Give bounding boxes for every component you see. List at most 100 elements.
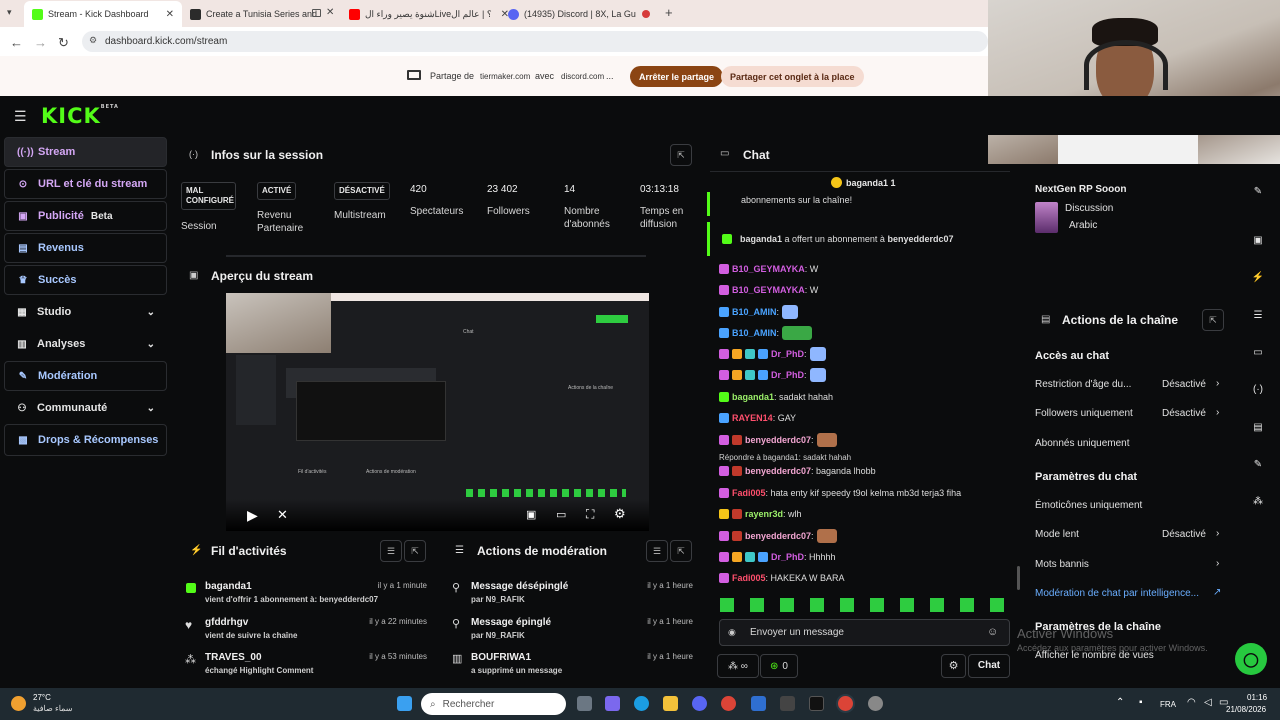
broadcast-icon[interactable]: (·) [1249, 381, 1267, 399]
filter-icon[interactable]: ☰ [646, 540, 668, 562]
scrollbar[interactable] [1017, 566, 1020, 590]
external-link-icon[interactable]: ↗ [1213, 587, 1221, 598]
moderation-icon[interactable]: ▤ [1249, 419, 1267, 437]
chat-message[interactable]: baganda1: sadakt hahah [719, 390, 833, 404]
slow-mode-label[interactable]: Mode lent [1035, 529, 1079, 540]
weather-temp[interactable]: 27°C [33, 693, 51, 702]
wifi-icon[interactable]: ◠ [1187, 697, 1196, 708]
chat-user[interactable]: B10_GEYMAYKA [732, 285, 805, 295]
chat-user[interactable]: baganda1 [732, 392, 774, 402]
popout-icon[interactable]: ⇱ [1202, 309, 1224, 331]
tab-tiermaker[interactable]: Create a Tunisia Series and [190, 4, 320, 24]
mail-icon[interactable] [751, 696, 766, 711]
sidebar-item-community[interactable]: ⚇ Communauté ⌄ [4, 393, 167, 423]
chat-input[interactable]: ◉ Envoyer un message ☺ [719, 619, 1010, 646]
chat-message[interactable]: Dr_PhD: [719, 368, 826, 382]
subscribers-only-label[interactable]: Abonnés uniquement [1035, 438, 1130, 449]
chat-message[interactable]: Dr_PhD: Hhhhh [719, 550, 836, 564]
tab-kick-dashboard[interactable]: Stream - Kick Dashboard ✕ [24, 1, 182, 27]
chat-user[interactable]: Fadi005 [732, 488, 766, 498]
send-chat-button[interactable]: Chat [968, 654, 1010, 678]
sidebar-item-achievements[interactable]: ♛ Succès [4, 265, 167, 295]
sidebar-item-stream[interactable]: ((·)) Stream [4, 137, 167, 167]
sidebar-item-revenue[interactable]: ▤ Revenus [4, 233, 167, 263]
tab-discord[interactable]: (14935) Discord | 8X, La Gu ✕ [508, 4, 656, 24]
sidebar-item-studio[interactable]: ▦ Studio ⌄ [4, 297, 167, 327]
chat-message[interactable]: B10_GEYMAYKA: W [719, 262, 818, 276]
sidebar-item-ads[interactable]: ▣ Publicité Beta [4, 201, 167, 231]
followers-only-label[interactable]: Followers uniquement [1035, 408, 1133, 419]
list-icon[interactable]: ☰ [1249, 307, 1267, 325]
teams-icon[interactable] [605, 696, 620, 711]
chat-message[interactable]: benyedderdc07: [719, 529, 837, 543]
popout-icon[interactable]: ⇱ [404, 540, 426, 562]
language-indicator[interactable]: FRA [1160, 700, 1176, 709]
filter-icon[interactable]: ☰ [380, 540, 402, 562]
popout-icon[interactable]: ⇱ [670, 144, 692, 166]
reload-icon[interactable]: ↻ [58, 35, 69, 51]
chevron-right-icon[interactable]: › [1216, 528, 1219, 539]
chat-message[interactable]: B10_AMIN: [719, 326, 813, 340]
fullscreen-icon[interactable]: ⛶ [586, 507, 594, 522]
chevron-right-icon[interactable]: › [1216, 378, 1219, 389]
tab-list-icon[interactable]: ▾ [7, 7, 12, 18]
age-restriction-label[interactable]: Restriction d'âge du... [1035, 379, 1131, 390]
chat-user[interactable]: Dr_PhD [771, 349, 804, 359]
chat-message[interactable]: Fadi005: HAKEKA W BARA [719, 571, 845, 585]
slow-mode-value[interactable]: Désactivé [1162, 529, 1206, 540]
site-info-icon[interactable]: ⚙ [89, 35, 97, 46]
weather-icon[interactable] [11, 696, 26, 711]
new-tab-icon[interactable]: + [665, 5, 673, 20]
store-icon[interactable] [780, 696, 795, 711]
network-tray-icon[interactable]: ▪ [1139, 697, 1143, 708]
pip-icon[interactable]: ▣ [526, 508, 536, 521]
volume-icon[interactable]: ◁ [1204, 697, 1212, 708]
quick-emote-bar[interactable] [720, 598, 1010, 612]
category-thumbnail[interactable] [1035, 202, 1058, 233]
chat-message[interactable]: benyedderdc07: baganda lhobb [719, 464, 876, 478]
chat-user[interactable]: rayenr3d [745, 509, 783, 519]
task-view-icon[interactable] [577, 696, 592, 711]
video-icon[interactable]: ▣ [1249, 232, 1267, 250]
wrench-icon[interactable]: ✎ [1249, 456, 1267, 474]
tiktok-icon[interactable] [809, 696, 824, 711]
chat-message[interactable]: B10_AMIN: [719, 305, 799, 319]
back-icon[interactable]: ← [10, 35, 23, 50]
chat-user[interactable]: benyedderdc07 [745, 531, 811, 541]
tray-chevron-icon[interactable]: ⌃ [1116, 697, 1124, 708]
chevron-right-icon[interactable]: › [1216, 407, 1219, 418]
discord-icon[interactable] [692, 696, 707, 711]
followers-only-value[interactable]: Désactivé [1162, 408, 1206, 419]
menu-icon[interactable]: ☰ [14, 108, 27, 125]
reply-reference[interactable]: Répondre à baganda1: sadakt hahah [719, 453, 851, 462]
chat-user[interactable]: benyedderdc07 [745, 435, 811, 445]
sidebar-item-drops[interactable]: ▩ Drops & Récompenses [4, 424, 167, 456]
edit-icon[interactable]: ✎ [1249, 183, 1267, 201]
file-explorer-icon[interactable] [663, 696, 678, 711]
edge-icon[interactable] [634, 696, 649, 711]
chrome-active-icon[interactable] [838, 696, 853, 711]
share-this-tab-button[interactable]: Partager cet onglet à la place [721, 66, 864, 87]
chat-user[interactable]: B10_AMIN [732, 307, 777, 317]
close-icon[interactable]: ✕ [158, 9, 174, 20]
chrome-icon[interactable] [721, 696, 736, 711]
chat-user[interactable]: B10_AMIN [732, 328, 777, 338]
apps-icon[interactable]: ⁂ [1249, 493, 1267, 511]
chat-user[interactable]: Dr_PhD [771, 370, 804, 380]
sidebar-item-moderation[interactable]: ✎ Modération [4, 361, 167, 391]
bolt-icon[interactable]: ⚡ [1249, 269, 1267, 287]
close-icon[interactable]: ✕ [650, 9, 656, 20]
ai-moderation-link[interactable]: Modération de chat par intelligence... [1035, 588, 1199, 599]
chat-user[interactable]: Fadi005 [732, 573, 766, 583]
forward-icon[interactable]: → [34, 35, 47, 50]
emoji-icon[interactable]: ☺ [987, 626, 998, 638]
chat-message[interactable]: rayenr3d: wlh [719, 507, 802, 521]
taskbar-search[interactable]: ⌕ Rechercher [421, 693, 566, 715]
app-icon[interactable] [868, 696, 883, 711]
url-field[interactable]: ⚙ dashboard.kick.com/stream [82, 31, 988, 52]
age-restriction-value[interactable]: Désactivé [1162, 379, 1206, 390]
chat-icon[interactable]: ▭ [1249, 344, 1267, 362]
clock-date[interactable]: 21/08/2026 [1226, 705, 1266, 714]
chat-user[interactable]: B10_GEYMAYKA [732, 264, 805, 274]
settings-icon[interactable]: ⚙ [614, 506, 626, 522]
